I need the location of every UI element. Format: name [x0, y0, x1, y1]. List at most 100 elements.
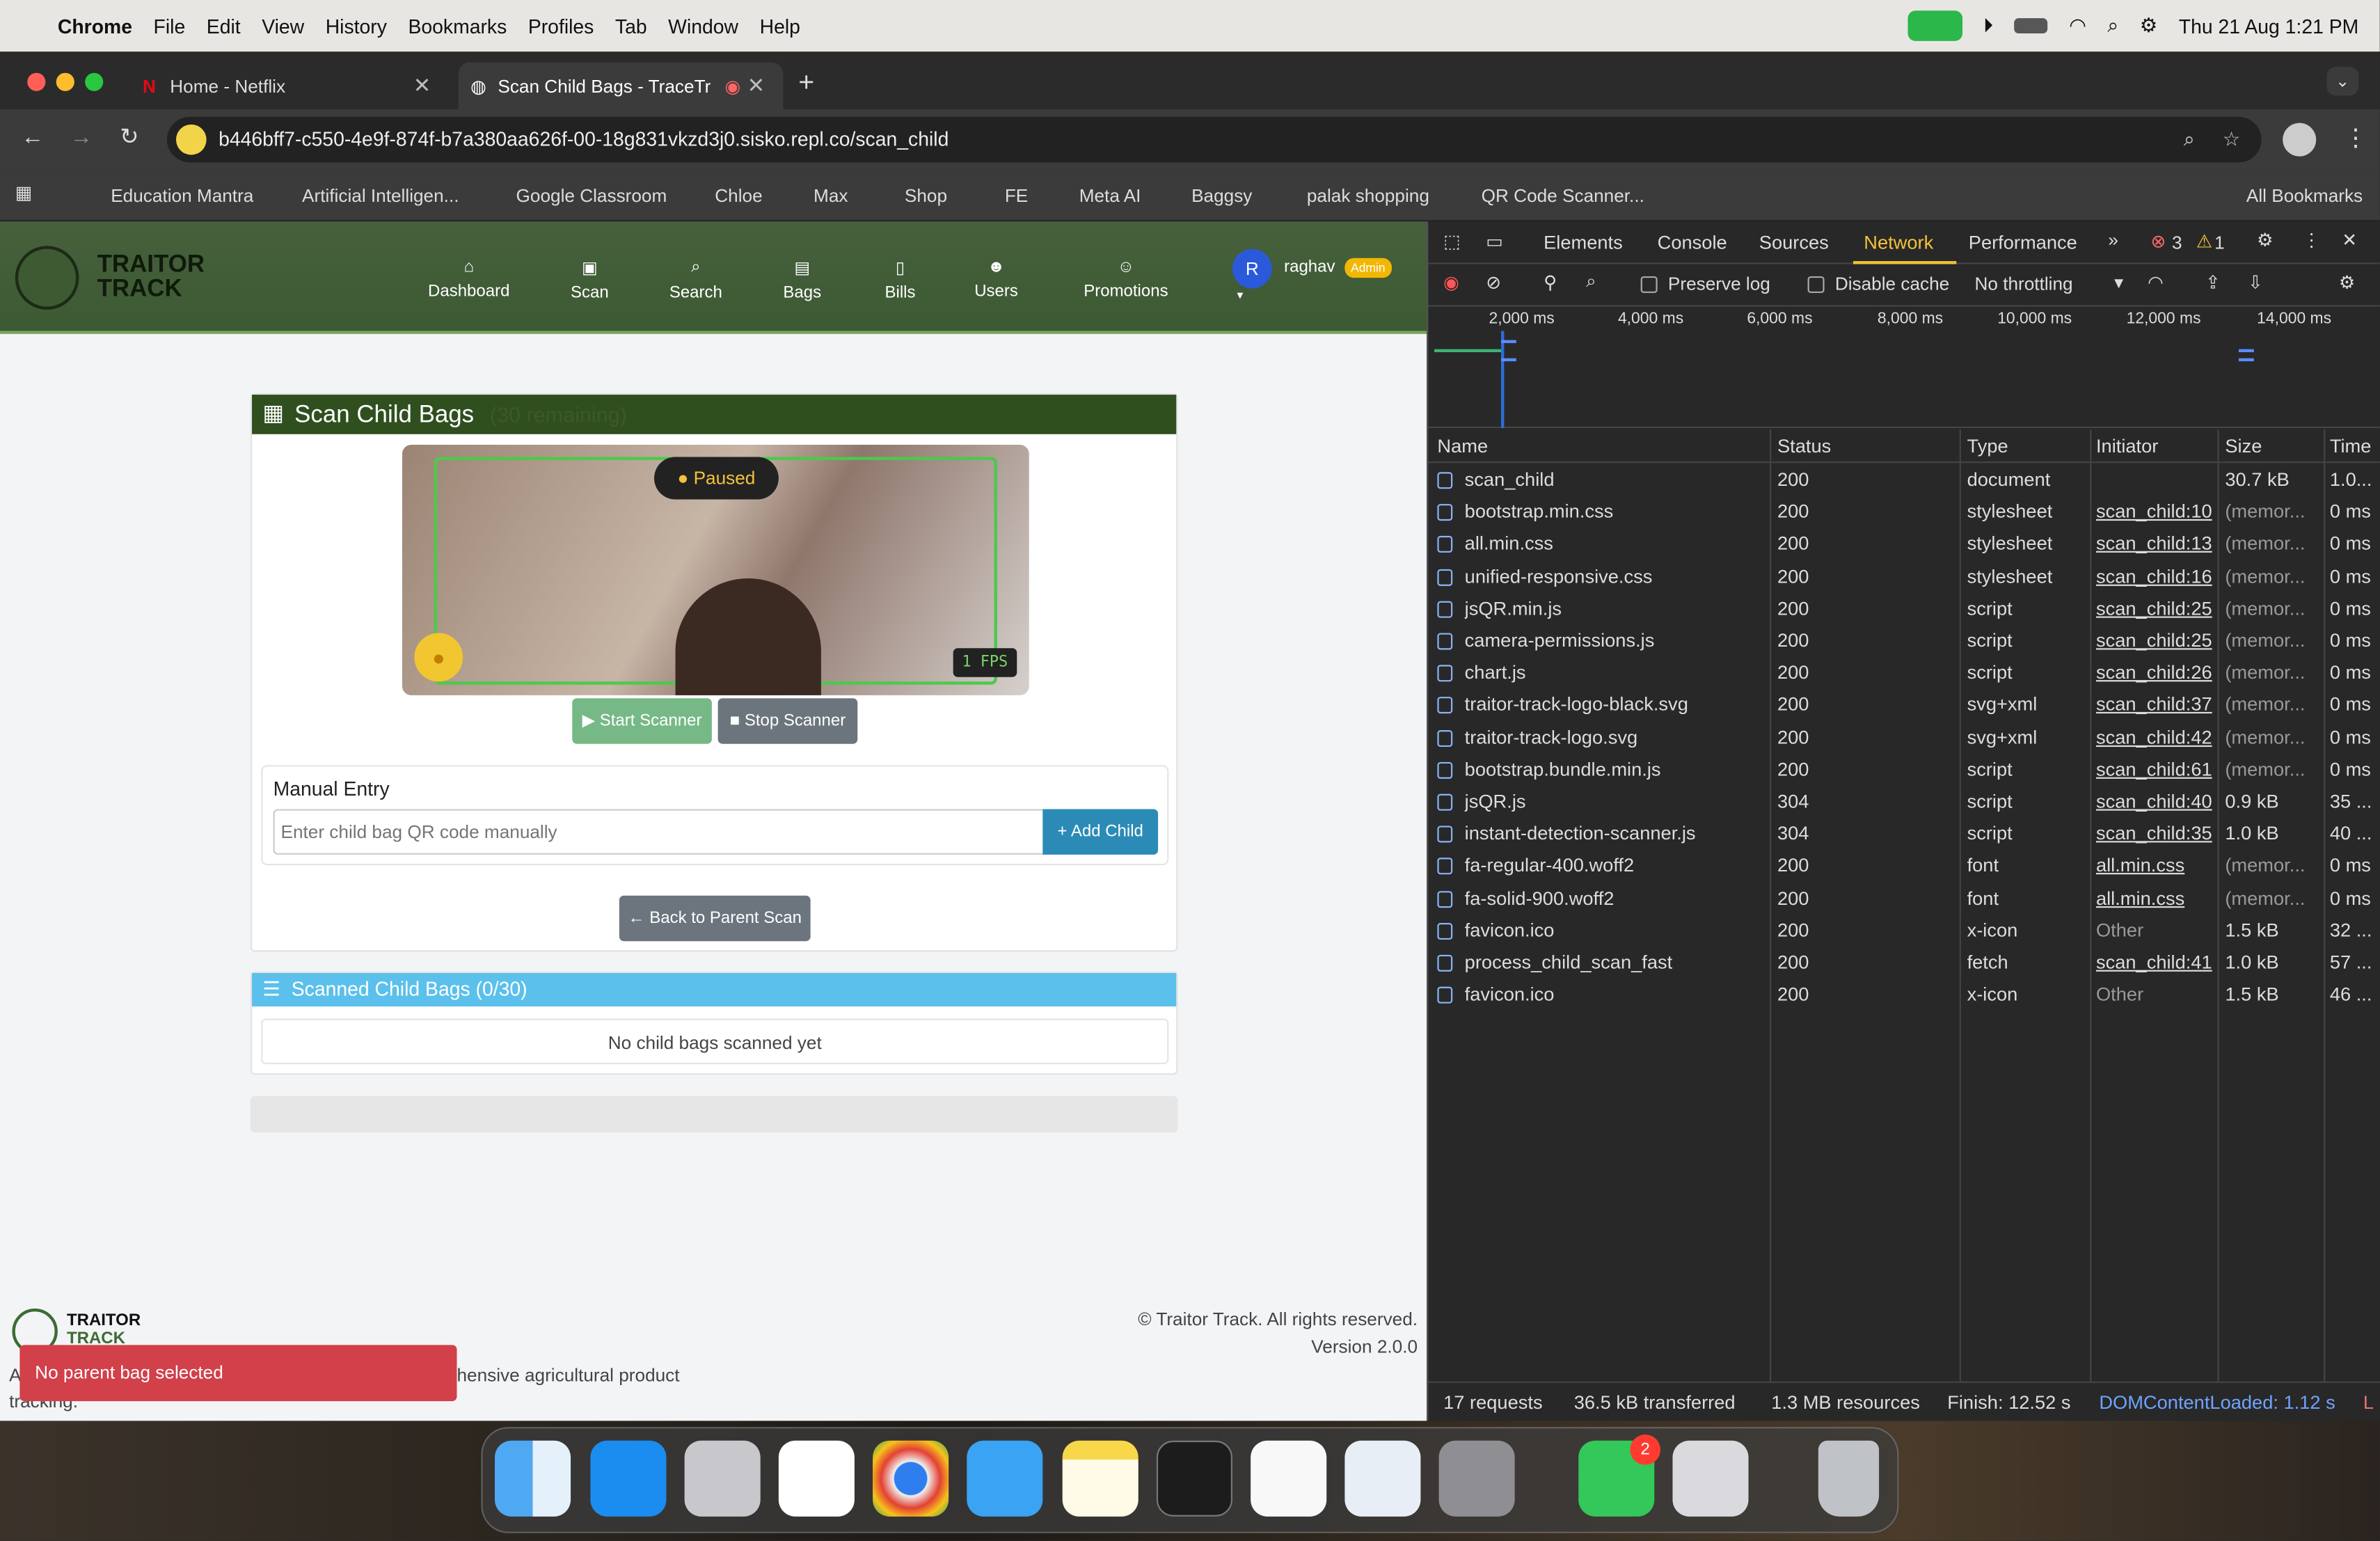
zoom-icon[interactable]: ⌕	[2184, 117, 2195, 162]
torch-icon[interactable]: ●	[414, 633, 463, 682]
warning-icon[interactable]: ⚠	[2196, 231, 2212, 253]
request-initiator[interactable]: all.min.css	[2096, 855, 2217, 877]
col-time[interactable]: Time	[2330, 436, 2372, 457]
menu-history[interactable]: History	[326, 15, 387, 38]
request-initiator[interactable]: scan_child:13	[2096, 533, 2217, 555]
table-row[interactable]: traitor-track-logo-black.svg 200 svg+xml sc…	[1428, 690, 2379, 722]
close-window-button[interactable]	[27, 72, 46, 91]
menu-edit[interactable]: Edit	[207, 15, 241, 38]
tab-sources[interactable]: Sources	[1759, 232, 1829, 254]
table-row[interactable]: traitor-track-logo.svg 200 svg+xml scan_chi…	[1428, 722, 2379, 754]
request-initiator[interactable]: all.min.css	[2096, 887, 2217, 909]
bookmark-qr-code-scanner[interactable]: QR Code Scanner...	[1482, 185, 1644, 207]
table-row[interactable]: chart.js 200 script scan_child:26 (memor... 0…	[1428, 658, 2379, 690]
bookmark-fe-folder[interactable]: FE	[1005, 185, 1028, 207]
apps-icon[interactable]: ▦	[15, 182, 33, 204]
zoom-window-button[interactable]	[85, 72, 104, 91]
tab-search-icon[interactable]: ⌄	[2326, 66, 2359, 96]
request-initiator[interactable]: Other	[2096, 984, 2217, 1006]
back-icon[interactable]: ←	[22, 125, 45, 150]
table-row[interactable]: unified-responsive.css 200 stylesheet scan_…	[1428, 561, 2379, 593]
menu-tab[interactable]: Tab	[615, 15, 647, 38]
menu-app-name[interactable]: Chrome	[58, 15, 132, 38]
request-initiator[interactable]: scan_child:41	[2096, 951, 2217, 973]
close-devtools-icon[interactable]: ✕	[2342, 229, 2357, 251]
play-icon[interactable]: ⏵	[1983, 14, 1993, 38]
table-row[interactable]: fa-solid-900.woff2 200 font all.min.css (mem…	[1428, 883, 2379, 915]
vscode-icon[interactable]	[1251, 1440, 1327, 1517]
timeline-overview[interactable]: 2,000 ms 4,000 ms 6,000 ms 8,000 ms 10,0…	[1428, 307, 2380, 429]
table-row[interactable]: camera-permissions.js 200 script scan_child…	[1428, 626, 2379, 658]
menu-view[interactable]: View	[262, 15, 304, 38]
record-icon[interactable]: ◉	[1443, 271, 1459, 293]
search-icon[interactable]: ⌕	[1586, 270, 1596, 293]
add-child-button[interactable]: + Add Child	[1042, 809, 1159, 855]
request-initiator[interactable]: scan_child:42	[2096, 727, 2217, 748]
start-scanner-button[interactable]: ▶ Start Scanner	[572, 698, 712, 744]
request-initiator[interactable]: scan_child:37	[2096, 695, 2217, 716]
col-initiator[interactable]: Initiator	[2096, 436, 2158, 457]
bookmark-google-classroom[interactable]: Google Classroom	[516, 185, 667, 207]
inspect-icon[interactable]: ⬚	[1443, 231, 1461, 253]
safari-icon[interactable]	[967, 1440, 1043, 1517]
device-toolbar-icon[interactable]: ▭	[1486, 231, 1503, 253]
error-toast[interactable]: No parent bag selected	[19, 1345, 457, 1402]
menu-bookmarks[interactable]: Bookmarks	[408, 15, 507, 38]
control-center-icon[interactable]: ⚙	[2140, 14, 2157, 38]
menu-window[interactable]: Window	[668, 15, 738, 38]
minimize-window-button[interactable]	[56, 72, 74, 91]
profile-avatar[interactable]	[2283, 123, 2317, 157]
table-row[interactable]: favicon.ico 200 x-icon Other 1.5 kB 46 ...	[1428, 979, 2379, 1011]
bookmark-ai[interactable]: Artificial Intelligen...	[302, 185, 459, 207]
throttling-select[interactable]: No throttling	[1974, 274, 2072, 295]
all-bookmarks[interactable]: All Bookmarks	[2246, 185, 2363, 207]
finder-icon[interactable]	[495, 1440, 571, 1517]
col-size[interactable]: Size	[2225, 436, 2262, 457]
request-initiator[interactable]: Other	[2096, 919, 2217, 941]
bookmark-max[interactable]: Max	[814, 185, 848, 207]
menu-profiles[interactable]: Profiles	[528, 15, 594, 38]
more-tabs-icon[interactable]: »	[2108, 229, 2118, 251]
stop-scanner-button[interactable]: ■ Stop Scanner	[717, 698, 858, 744]
network-conditions-icon[interactable]: ◠	[2148, 271, 2164, 293]
request-initiator[interactable]: scan_child:35	[2096, 823, 2217, 845]
preview-icon[interactable]	[1672, 1440, 1749, 1517]
tab-console[interactable]: Console	[1658, 232, 1727, 254]
bookmark-star-icon[interactable]: ☆	[2223, 117, 2240, 162]
preserve-log-checkbox[interactable]	[1640, 276, 1658, 293]
tab-network[interactable]: Network	[1864, 232, 1933, 254]
child-qr-input[interactable]	[273, 809, 1045, 855]
import-har-icon[interactable]: ⇪	[2205, 271, 2221, 293]
disable-cache-checkbox[interactable]	[1807, 276, 1825, 293]
photos-icon[interactable]	[778, 1440, 855, 1517]
nav-users[interactable]: ☻ Users	[974, 258, 1018, 301]
table-row[interactable]: jsQR.min.js 200 script scan_child:25 (memor.…	[1428, 593, 2379, 625]
new-tab-icon[interactable]: +	[798, 67, 814, 99]
menu-file[interactable]: File	[154, 15, 186, 38]
site-info-icon[interactable]	[175, 124, 207, 155]
terminal-icon[interactable]	[1156, 1440, 1232, 1517]
tab-performance[interactable]: Performance	[1969, 232, 2077, 254]
notes-icon[interactable]	[1062, 1440, 1139, 1517]
col-name[interactable]: Name	[1437, 436, 1488, 457]
request-initiator[interactable]: scan_child:10	[2096, 501, 2217, 523]
postgres-icon[interactable]	[1344, 1440, 1421, 1517]
export-har-icon[interactable]: ⇩	[2248, 271, 2263, 293]
facetime-indicator-icon[interactable]	[1907, 10, 1962, 41]
wifi-icon[interactable]: ◠	[2069, 14, 2086, 38]
tab-elements[interactable]: Elements	[1544, 232, 1623, 254]
request-initiator[interactable]: scan_child:16	[2096, 566, 2217, 587]
trash-icon[interactable]	[1818, 1440, 1880, 1517]
table-row[interactable]: jsQR.js 304 script scan_child:40 0.9 kB 35 ..…	[1428, 787, 2379, 819]
request-initiator[interactable]: scan_child:25	[2096, 598, 2217, 619]
error-icon[interactable]: ⊗	[2150, 231, 2166, 253]
nav-dashboard[interactable]: ⌂ Dashboard	[428, 258, 509, 301]
chrome-menu-icon[interactable]: ⋮	[2343, 123, 2367, 154]
settings-icon[interactable]: ⚙	[2257, 229, 2273, 251]
table-row[interactable]: scan_child 200 document 30.7 kB 1.0...	[1428, 464, 2379, 496]
spotlight-icon[interactable]: ⌕	[2107, 14, 2118, 38]
camera-preview[interactable]: ● Paused ● 1 FPS	[402, 445, 1029, 695]
chrome-icon[interactable]	[873, 1440, 949, 1517]
launchpad-icon[interactable]	[684, 1440, 761, 1517]
request-initiator[interactable]: scan_child:26	[2096, 662, 2217, 683]
